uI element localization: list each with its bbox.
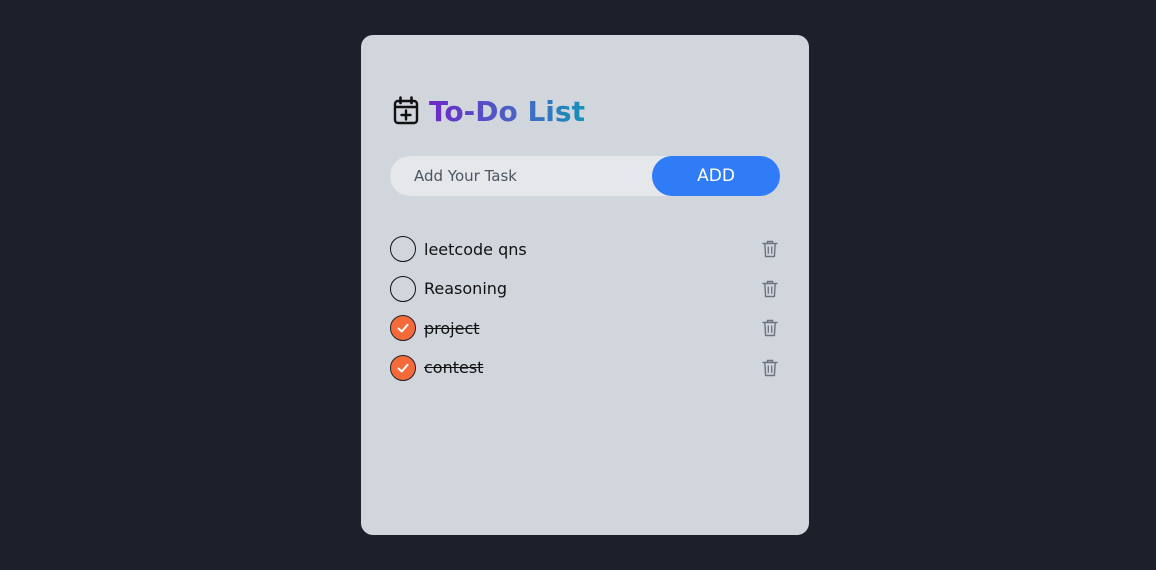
unchecked-circle-icon[interactable] xyxy=(390,275,416,302)
trash-icon[interactable] xyxy=(760,358,780,378)
task-item[interactable]: project xyxy=(390,314,780,342)
todo-card: To-Do List ADD leetcode qns Reasoning proj… xyxy=(361,35,809,535)
task-item[interactable]: Reasoning xyxy=(390,275,780,303)
trash-icon[interactable] xyxy=(760,318,780,338)
task-list: leetcode qns Reasoning project contest xyxy=(390,235,780,393)
add-task-row: ADD xyxy=(390,156,780,196)
task-label: project xyxy=(424,318,480,338)
trash-icon[interactable] xyxy=(760,239,780,259)
task-label: leetcode qns xyxy=(424,239,527,259)
task-label: Reasoning xyxy=(424,279,508,298)
unchecked-circle-icon[interactable] xyxy=(390,236,416,262)
add-button[interactable]: ADD xyxy=(652,156,780,196)
trash-icon[interactable] xyxy=(760,279,780,299)
checked-circle-icon[interactable] xyxy=(390,354,416,381)
checked-circle-icon[interactable] xyxy=(390,315,416,341)
task-item[interactable]: leetcode qns xyxy=(390,235,780,263)
task-input[interactable] xyxy=(390,156,652,196)
task-item[interactable]: contest xyxy=(390,354,780,382)
page-title: To-Do List xyxy=(429,94,585,128)
task-label: contest xyxy=(424,358,484,377)
header: To-Do List xyxy=(392,93,585,129)
calendar-plus-icon xyxy=(392,95,420,127)
